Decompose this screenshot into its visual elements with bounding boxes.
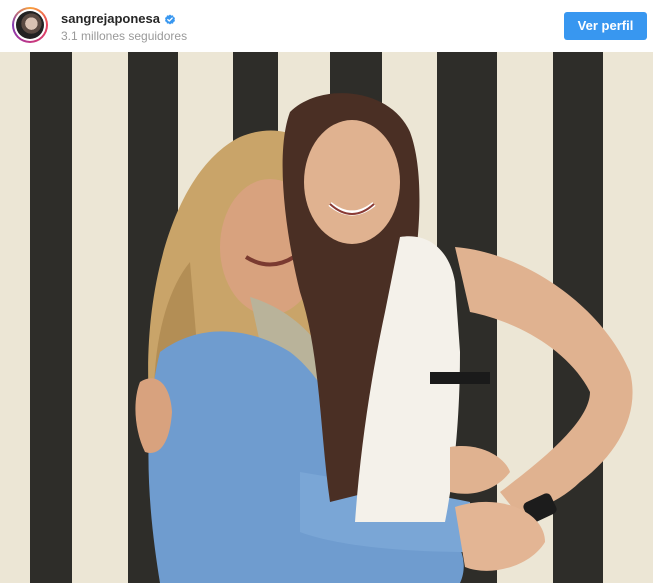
avatar-image [16, 11, 44, 39]
post-header: sangrejaponesa 3.1 millones seguidores V… [0, 0, 653, 52]
view-profile-button[interactable]: Ver perfil [564, 12, 647, 40]
post-photo[interactable] [0, 52, 653, 583]
username-row: sangrejaponesa [61, 11, 176, 27]
verified-badge-icon [164, 13, 176, 25]
avatar-frame [14, 9, 46, 41]
avatar[interactable] [12, 7, 48, 43]
instagram-embed: sangrejaponesa 3.1 millones seguidores V… [0, 0, 653, 583]
follower-count: 3.1 millones seguidores [61, 29, 188, 43]
username-link[interactable]: sangrejaponesa [61, 11, 160, 27]
photo-illustration [0, 52, 653, 583]
